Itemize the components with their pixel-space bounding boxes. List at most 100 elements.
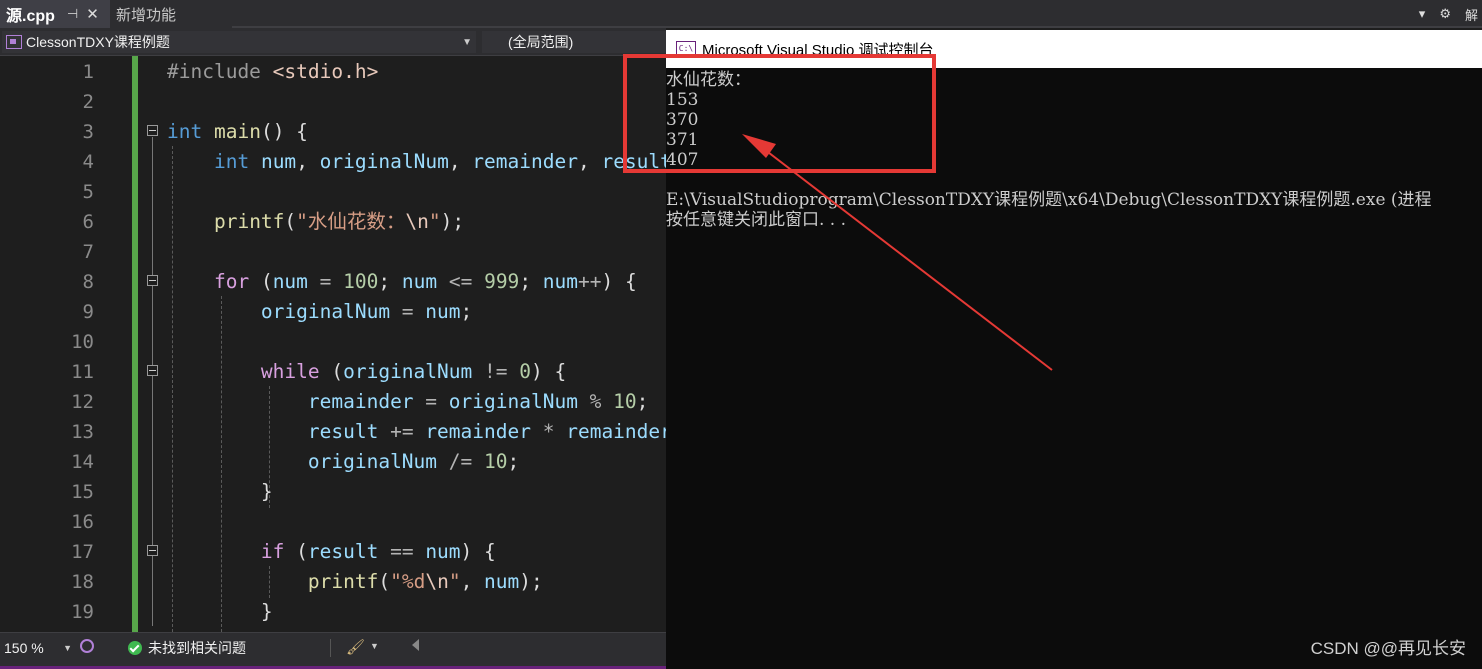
glyph-margin[interactable] [0,56,32,632]
copilot-icon[interactable] [80,639,94,653]
solution-explorer-tab[interactable]: 解 [1465,5,1478,24]
code-token: 10 [613,390,637,413]
project-dropdown[interactable]: ClessonTDXY课程例题 ▼ [2,31,476,53]
console-line: E:\VisualStudioprogram\ClessonTDXY课程例题\x… [666,190,1432,210]
code-token: 999 [484,270,520,293]
code-token: != [472,360,520,383]
code-line[interactable]: } [167,597,273,627]
scope-name: (全局范围) [508,34,574,50]
code-line[interactable]: originalNum /= 10; [167,447,519,477]
code-token: \n [405,210,429,233]
tab-strip-controls: ▾ ⚙ 解 [1419,0,1482,28]
chevron-down-icon[interactable]: ▼ [370,641,379,651]
code-token: originalNum [448,390,578,413]
code-line[interactable]: while (originalNum != 0) { [167,357,566,387]
code-token: num [425,300,461,323]
code-token: if [260,540,285,563]
code-line[interactable]: printf("%d\n", num); [167,567,543,597]
code-token: originalNum [307,450,438,473]
code-token: int [167,120,203,143]
fold-toggle-if[interactable] [147,545,158,556]
code-token: num [260,150,297,173]
line-number: 4 [82,151,94,173]
fold-toggle-main[interactable] [147,125,158,136]
fold-toggle-for[interactable] [147,275,158,286]
code-token: ; [507,450,520,473]
scope-dropdown[interactable]: (全局范围) [482,31,666,53]
code-token: ; [636,390,649,413]
line-number: 8 [82,271,94,293]
zoom-level: 150 % [4,640,44,656]
code-token: 100 [343,270,379,293]
code-token: ) { [530,360,567,383]
code-token: num [484,570,520,593]
check-circle-icon [128,641,142,655]
code-token: = [390,300,426,323]
code-token: 10 [484,450,508,473]
code-token: } [167,600,273,623]
chevron-down-icon: ▼ [462,36,472,48]
console-output[interactable]: 水仙花数： 153 370 371 407 E:\VisualStudioprogram\… [666,68,1482,669]
code-line[interactable]: int num, originalNum, remainder, result [167,147,666,177]
code-token: ; [460,300,473,323]
code-line[interactable]: #include <stdio.h> [167,57,378,87]
chevron-down-icon: ▼ [63,643,72,653]
line-number: 10 [71,331,94,353]
divider [330,639,331,657]
zoom-dropdown[interactable]: 150 % ▼ [4,637,74,659]
code-token: <= [437,270,485,293]
code-line[interactable]: result += remainder * remainder [167,417,666,447]
code-token: , [448,150,473,173]
line-number: 7 [82,241,94,263]
code-line[interactable]: int main() { [167,117,308,147]
code-line[interactable]: originalNum = num; [167,297,472,327]
code-cleanup-brush-icon[interactable]: 🖌 [346,638,365,656]
gear-icon[interactable]: ⚙ [1439,7,1451,22]
fold-toggle-while[interactable] [147,365,158,376]
code-token: "水仙花数： [296,210,406,233]
code-token: printf [307,570,379,593]
editor-status-bar: 150 % ▼ 未找到相关问题 🖌 ▼ [0,632,666,669]
console-line: 370 [666,110,699,130]
code-token: originalNum [319,150,449,173]
code-line[interactable]: if (result == num) { [167,537,496,567]
change-tracking-bar [132,56,138,632]
scroll-left-arrow-icon[interactable] [412,639,419,651]
line-number: 2 [82,91,94,113]
code-line[interactable]: remainder = originalNum % 10; [167,387,649,417]
issues-indicator[interactable]: 未找到相关问题 [128,637,246,659]
code-token: while [260,360,320,383]
debug-console-window[interactable]: C:\ Microsoft Visual Studio 调试控制台 水仙花数： 1… [666,30,1482,669]
code-token: ); [519,570,543,593]
code-line[interactable]: } [167,477,273,507]
close-icon[interactable]: ✕ [86,5,99,23]
code-token: ; [519,270,543,293]
code-editor[interactable]: 1 2 3 4 5 6 7 8 9 10 11 12 13 14 15 16 17 18 19 #include <… [0,56,666,632]
tab-whats-new[interactable]: 新增功能 [110,0,232,28]
line-number: 18 [71,571,94,593]
tab-label: 新增功能 [116,5,177,24]
pin-icon[interactable]: ⊣ [67,7,78,22]
code-token: result [601,150,666,173]
line-number: 19 [71,601,94,623]
code-line[interactable]: for (num = 100; num <= 999; num++) { [167,267,637,297]
code-token: % [577,390,614,413]
code-token: num [425,540,461,563]
code-line[interactable]: printf("水仙花数：\n"); [167,207,464,237]
code-token: main [213,120,261,143]
watermark: CSDN @@再见长安 [1310,639,1466,658]
code-token: <stdio.h> [272,60,379,83]
console-title-bar[interactable]: C:\ Microsoft Visual Studio 调试控制台 [666,30,1482,68]
code-token: num [401,270,438,293]
code-token: \n [425,570,449,593]
tab-label: 源.cpp [6,8,55,25]
line-number: 12 [71,391,94,413]
tab-list-dropdown-icon[interactable]: ▾ [1419,7,1426,22]
tab-source-cpp[interactable]: 源.cpp ⊣ ✕ [0,0,110,28]
code-token: = [413,390,449,413]
